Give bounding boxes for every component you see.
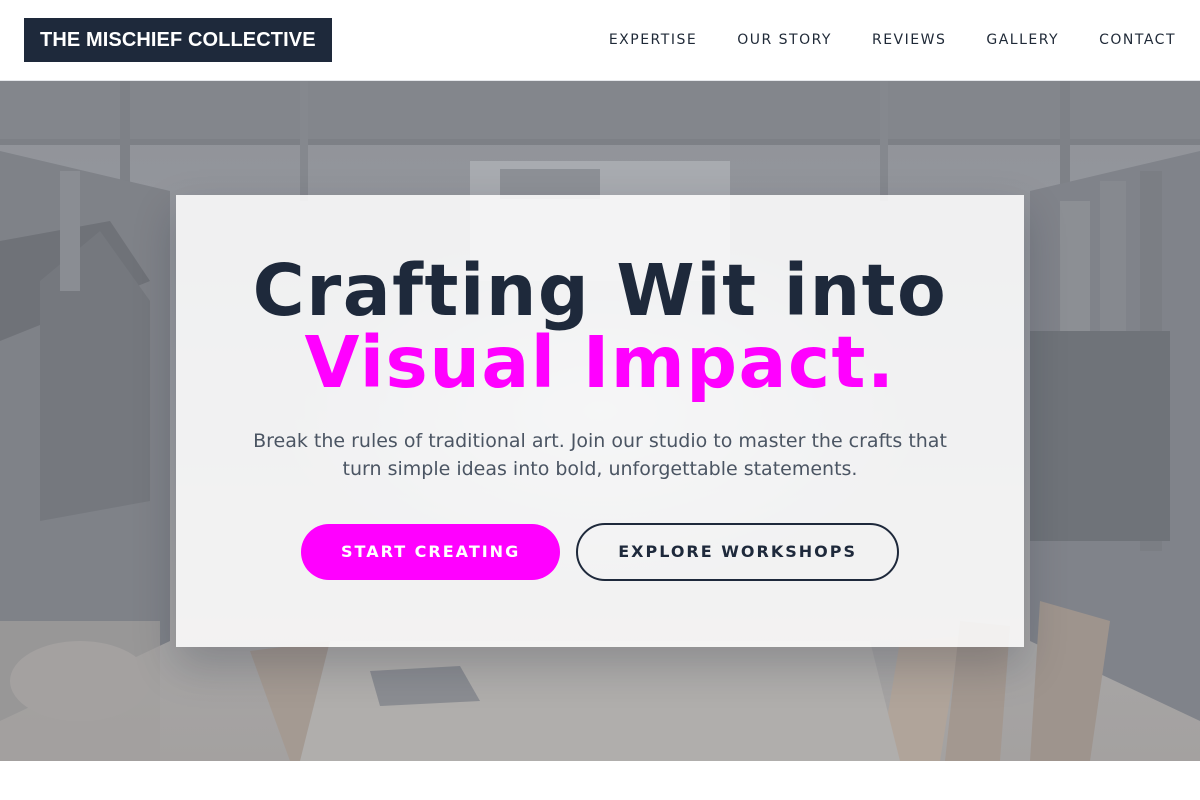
- start-creating-button[interactable]: START CREATING: [301, 524, 561, 580]
- nav-link-expertise[interactable]: EXPERTISE: [609, 31, 697, 49]
- site-header: THE MISCHIEF COLLECTIVE EXPERTISE OUR ST…: [0, 0, 1200, 81]
- nav-link-gallery[interactable]: GALLERY: [986, 31, 1059, 49]
- hero-headline: Crafting Wit into Visual Impact.: [176, 255, 1024, 399]
- hero-subtext: Break the rules of traditional art. Join…: [253, 430, 947, 480]
- explore-workshops-button[interactable]: EXPLORE WORKSHOPS: [576, 523, 899, 581]
- hero-section: Crafting Wit into Visual Impact. Break t…: [0, 81, 1200, 761]
- nav-link-reviews[interactable]: REVIEWS: [872, 31, 946, 49]
- headline-line-1: Crafting Wit into: [252, 249, 948, 332]
- page-bottom-area: [0, 761, 1200, 800]
- nav-link-contact[interactable]: CONTACT: [1099, 31, 1176, 49]
- nav-link-our-story[interactable]: OUR STORY: [737, 31, 832, 49]
- main-nav: EXPERTISE OUR STORY REVIEWS GALLERY CONT…: [609, 31, 1176, 49]
- hero-buttons: START CREATING EXPLORE WORKSHOPS: [176, 523, 1024, 581]
- hero-card: Crafting Wit into Visual Impact. Break t…: [176, 195, 1024, 647]
- brand-logo[interactable]: THE MISCHIEF COLLECTIVE: [24, 18, 332, 62]
- headline-line-2: Visual Impact.: [304, 321, 896, 404]
